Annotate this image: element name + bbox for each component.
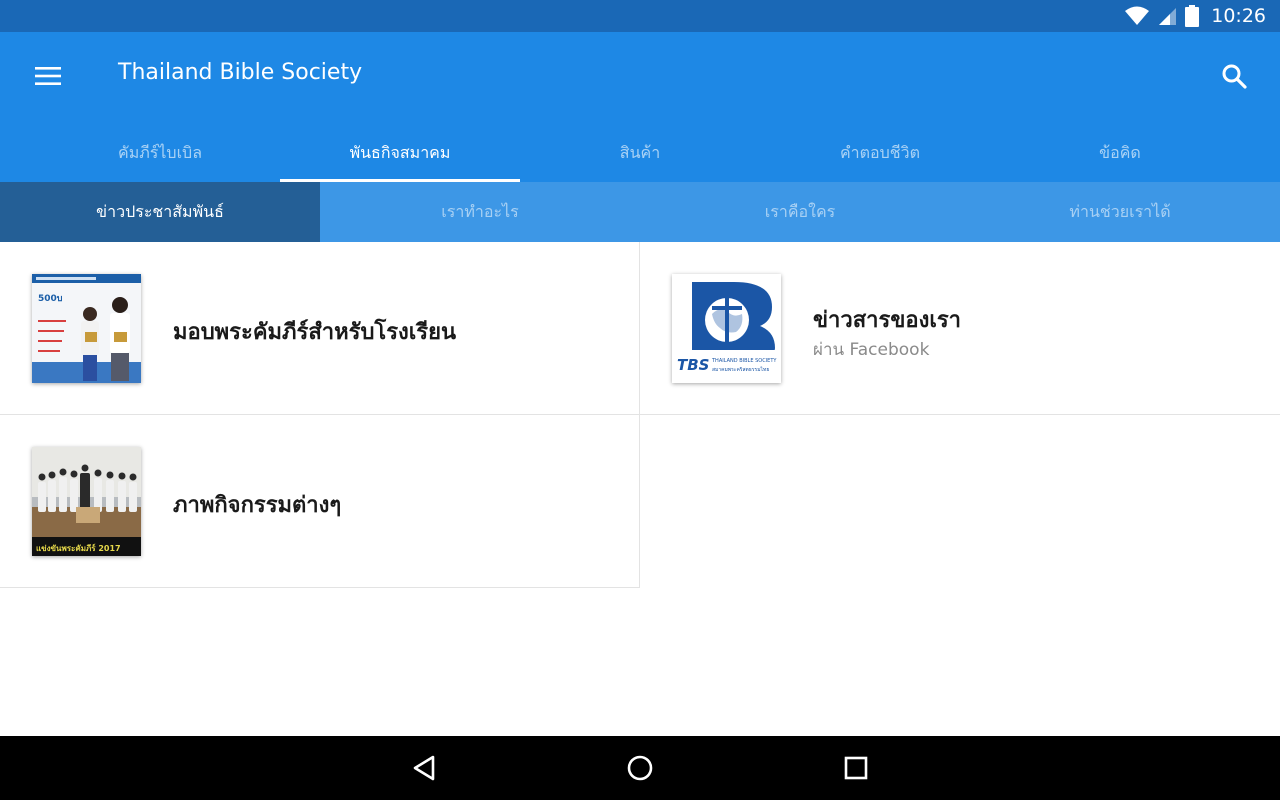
status-icons: 10:26: [1125, 0, 1266, 32]
battery-icon: [1185, 5, 1200, 27]
search-button[interactable]: [1214, 56, 1254, 96]
back-icon: [413, 755, 435, 781]
tab-bible[interactable]: คัมภีร์ไบเบิล: [40, 124, 280, 182]
app-bar: Thailand Bible Society คัมภีร์ไบเบิล พัน…: [0, 32, 1280, 182]
menu-button[interactable]: [24, 56, 72, 96]
tab-reflections[interactable]: ข้อคิด: [1000, 124, 1240, 182]
search-icon: [1222, 64, 1247, 89]
item-title: มอบพระคัมภีร์สำหรับโรงเรียน: [173, 320, 457, 345]
app-title: Thailand Bible Society: [118, 60, 363, 85]
logo-mark-text: TBS: [677, 356, 709, 374]
recents-button[interactable]: [836, 748, 876, 788]
main-tabs: คัมภีร์ไบเบิล พันธกิจสมาคม สินค้า คำตอบช…: [40, 124, 1240, 182]
item-title: ข่าวสารของเรา: [813, 308, 962, 333]
subtab-what-we-do[interactable]: เราทำอะไร: [320, 182, 640, 242]
thumb-text-500: 500บ: [38, 294, 63, 304]
wifi-icon: [1125, 6, 1150, 25]
item-subtitle: ผ่าน Facebook: [813, 340, 930, 360]
back-button[interactable]: [404, 748, 444, 788]
subtab-you-can-help[interactable]: ท่านช่วยเราได้: [960, 182, 1280, 242]
navigation-bar: [0, 736, 1280, 800]
tab-ministry[interactable]: พันธกิจสมาคม: [280, 124, 520, 182]
list-item-activity-photos[interactable]: แข่งขันพระคัมภีร์ 2017 ภาพกิจกรรมต่างๆ: [0, 415, 640, 588]
home-button[interactable]: [620, 748, 660, 788]
tbs-logo: TBS THAILAND BIBLE SOCIETY สมาคมพระคริสต…: [672, 274, 781, 383]
logo-line1-text: THAILAND BIBLE SOCIETY: [711, 358, 777, 364]
cellular-signal-icon: [1159, 8, 1177, 25]
school-bible-photo: 500บ: [32, 274, 141, 383]
hamburger-menu-icon: [35, 67, 61, 85]
status-bar: 10:26: [0, 0, 1280, 32]
home-icon: [627, 755, 653, 781]
sub-tabs: ข่าวประชาสัมพันธ์ เราทำอะไร เราคือใคร ท่…: [0, 182, 1280, 242]
tab-products[interactable]: สินค้า: [520, 124, 760, 182]
list-item-our-news[interactable]: TBS THAILAND BIBLE SOCIETY สมาคมพระคริสต…: [640, 242, 1280, 415]
tab-life-answers[interactable]: คำตอบชีวิต: [760, 124, 1000, 182]
item-title: ภาพกิจกรรมต่างๆ: [173, 493, 342, 518]
activity-group-photo: แข่งขันพระคัมภีร์ 2017: [32, 447, 141, 556]
list-item-school-bibles[interactable]: 500บ มอบพระคัมภีร์สำหรับโรงเรียน: [0, 242, 640, 415]
subtab-news[interactable]: ข่าวประชาสัมพันธ์: [0, 182, 320, 242]
logo-line2-text: สมาคมพระคริสตธรรมไทย: [712, 366, 769, 373]
recents-icon: [844, 756, 868, 780]
thumb-caption: แข่งขันพระคัมภีร์ 2017: [36, 543, 121, 553]
status-time: 10:26: [1211, 5, 1266, 27]
subtab-who-we-are[interactable]: เราคือใคร: [640, 182, 960, 242]
